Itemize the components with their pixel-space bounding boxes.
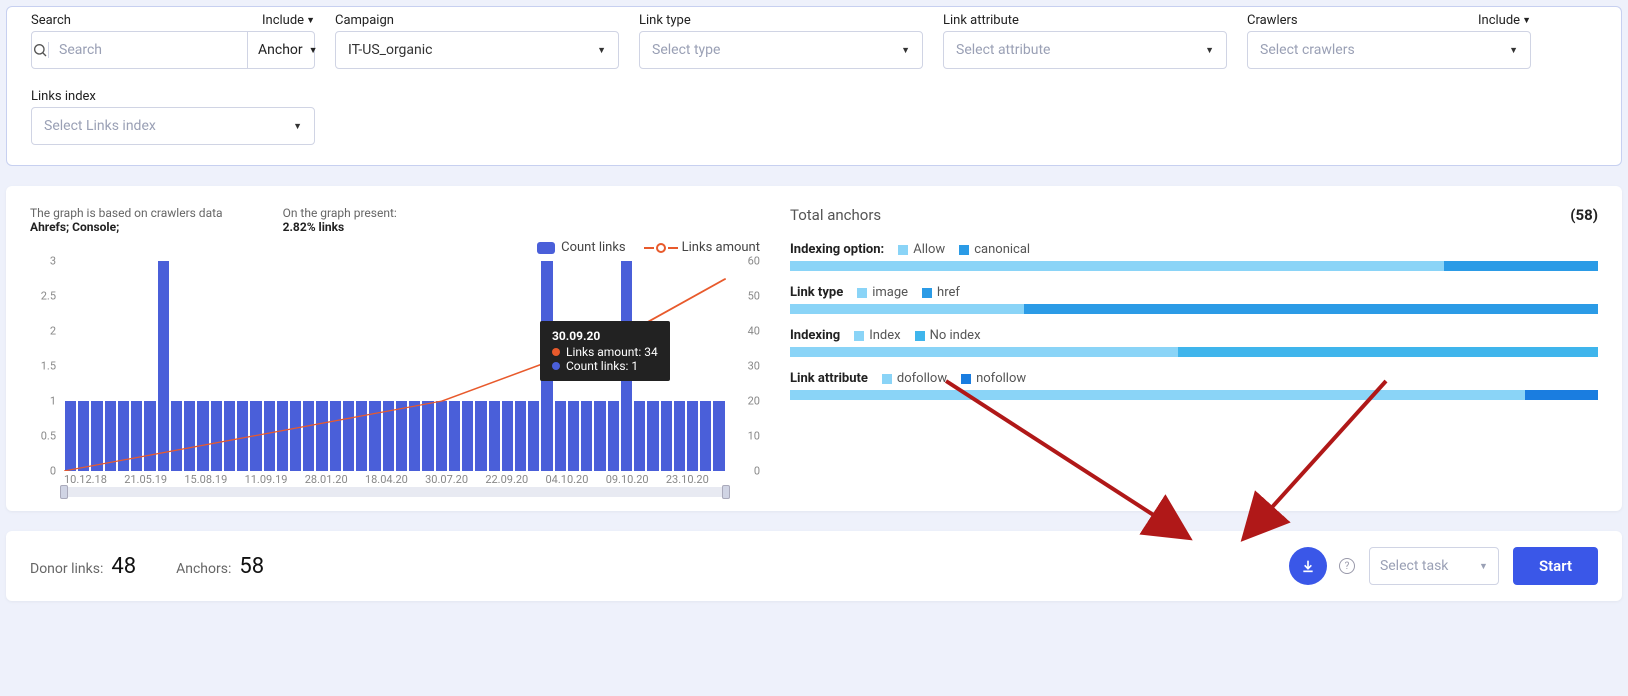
tooltip-dot-icon — [552, 362, 560, 370]
y-axis-left: 32.521.510.50 — [30, 261, 60, 471]
metric-row: Link attributedofollownofollow — [790, 371, 1598, 400]
filter-label: Search — [31, 13, 71, 28]
link-type-select[interactable]: Select type ▼ — [639, 31, 923, 69]
filter-campaign: Campaign IT-US_organic ▼ — [335, 9, 619, 69]
include-toggle[interactable]: Include ▼ — [1478, 13, 1531, 28]
scrubber-handle-right[interactable] — [722, 485, 730, 499]
filter-link-type: Link type Select type ▼ — [639, 9, 923, 69]
range-scrubber[interactable] — [64, 487, 726, 497]
search-icon — [32, 42, 48, 58]
caret-down-icon: ▼ — [1479, 561, 1488, 572]
search-icon-box[interactable] — [32, 42, 49, 58]
filter-link-attribute: Link attribute Select attribute ▼ — [943, 9, 1227, 69]
metric-bar[interactable] — [790, 304, 1598, 314]
search-field: Anchor ▼ — [31, 31, 315, 69]
filter-label: Campaign — [335, 13, 394, 28]
stat-donor-links: Donor links:48 — [30, 554, 136, 579]
tooltip-dot-icon — [552, 348, 560, 356]
help-icon[interactable]: ? — [1339, 558, 1355, 574]
caret-down-icon: ▼ — [901, 45, 910, 56]
chart-plot[interactable]: 32.521.510.50 6050403020100 10.12.1821.0… — [30, 261, 760, 491]
bottom-panel: Donor links:48 Anchors:58 ? Select task … — [6, 531, 1622, 601]
crawlers-select[interactable]: Select crawlers ▼ — [1247, 31, 1531, 69]
legend-links-amount[interactable]: Links amount — [644, 240, 760, 255]
filters-panel: Search Include ▼ Anchor ▼ Campaign — [6, 6, 1622, 166]
caret-down-icon: ▼ — [1205, 45, 1214, 56]
download-icon — [1300, 558, 1316, 574]
anchors-title: Total anchors — [790, 206, 881, 224]
legend-swatch-icon — [537, 242, 555, 254]
caret-down-icon: ▼ — [306, 15, 315, 26]
metric-bar[interactable] — [790, 347, 1598, 357]
chart-area: The graph is based on crawlers dataAhref… — [30, 206, 760, 491]
caret-down-icon: ▼ — [309, 45, 318, 56]
stat-anchors: Anchors:58 — [176, 554, 264, 579]
metric-bar[interactable] — [790, 390, 1598, 400]
campaign-select[interactable]: IT-US_organic ▼ — [335, 31, 619, 69]
legend-line-icon — [644, 243, 678, 253]
chart-panel: The graph is based on crawlers dataAhref… — [6, 186, 1622, 511]
search-input[interactable] — [49, 32, 247, 68]
start-button[interactable]: Start — [1513, 547, 1598, 585]
task-select[interactable]: Select task ▼ — [1369, 547, 1499, 585]
y-axis-right: 6050403020100 — [730, 261, 760, 471]
metric-row: Indexing option:Allowcanonical — [790, 242, 1598, 271]
anchors-count: (58) — [1570, 206, 1598, 224]
chart-tooltip: 30.09.20 Links amount: 34 Count links: 1 — [540, 321, 670, 381]
caret-down-icon: ▼ — [1522, 15, 1531, 26]
scrubber-handle-left[interactable] — [60, 485, 68, 499]
caret-down-icon: ▼ — [1509, 45, 1518, 56]
metric-row: IndexingIndexNo index — [790, 328, 1598, 357]
caret-down-icon: ▼ — [597, 45, 606, 56]
anchor-dropdown[interactable]: Anchor ▼ — [247, 32, 328, 68]
legend-count-links[interactable]: Count links — [537, 240, 626, 255]
filter-label: Link attribute — [943, 13, 1019, 28]
filter-label: Link type — [639, 13, 691, 28]
filter-label: Crawlers — [1247, 13, 1298, 28]
download-button[interactable] — [1289, 547, 1327, 585]
include-toggle[interactable]: Include ▼ — [262, 13, 315, 28]
filter-label: Links index — [31, 89, 96, 104]
links-index-select[interactable]: Select Links index ▼ — [31, 107, 315, 145]
link-attribute-select[interactable]: Select attribute ▼ — [943, 31, 1227, 69]
metric-row: Link typeimagehref — [790, 285, 1598, 314]
filter-crawlers: Crawlers Include ▼ Select crawlers ▼ — [1247, 9, 1531, 69]
anchors-summary: Total anchors (58) Indexing option:Allow… — [790, 206, 1598, 491]
filter-links-index: Links index Select Links index ▼ — [31, 85, 315, 145]
metric-bar[interactable] — [790, 261, 1598, 271]
caret-down-icon: ▼ — [293, 121, 302, 132]
filter-search: Search Include ▼ Anchor ▼ — [31, 9, 315, 69]
